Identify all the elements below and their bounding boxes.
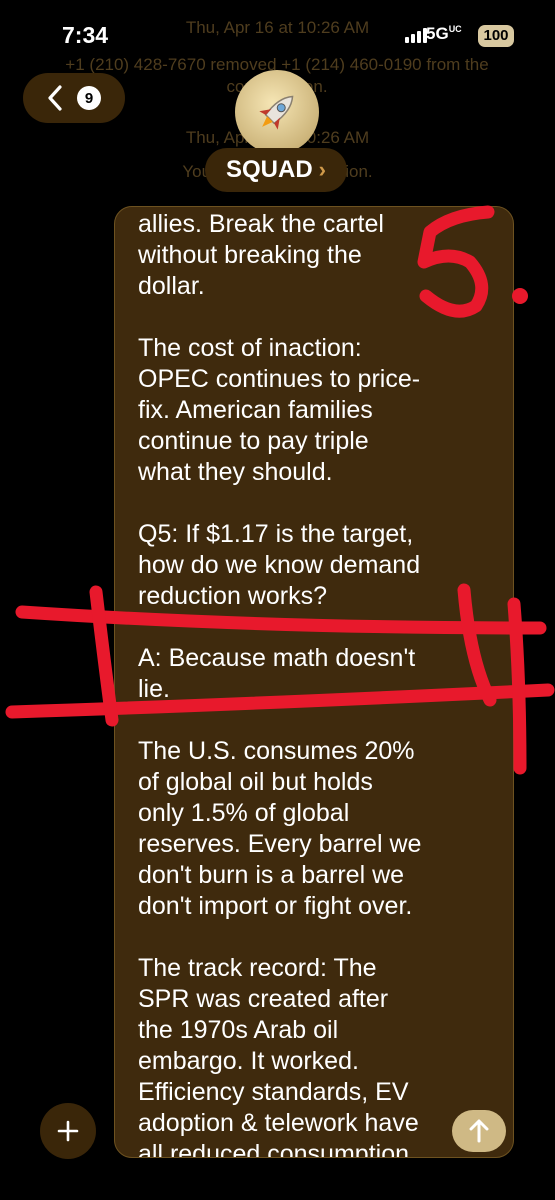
add-attachment-button[interactable] bbox=[40, 1103, 96, 1159]
arrow-up-icon bbox=[469, 1119, 489, 1143]
plus-icon bbox=[57, 1120, 79, 1142]
annotation-layer bbox=[5, 205, 555, 775]
send-button[interactable] bbox=[452, 1110, 506, 1152]
number-marker-dot bbox=[512, 288, 528, 304]
number-marker bbox=[417, 205, 495, 318]
highlight-scribble bbox=[5, 583, 555, 775]
